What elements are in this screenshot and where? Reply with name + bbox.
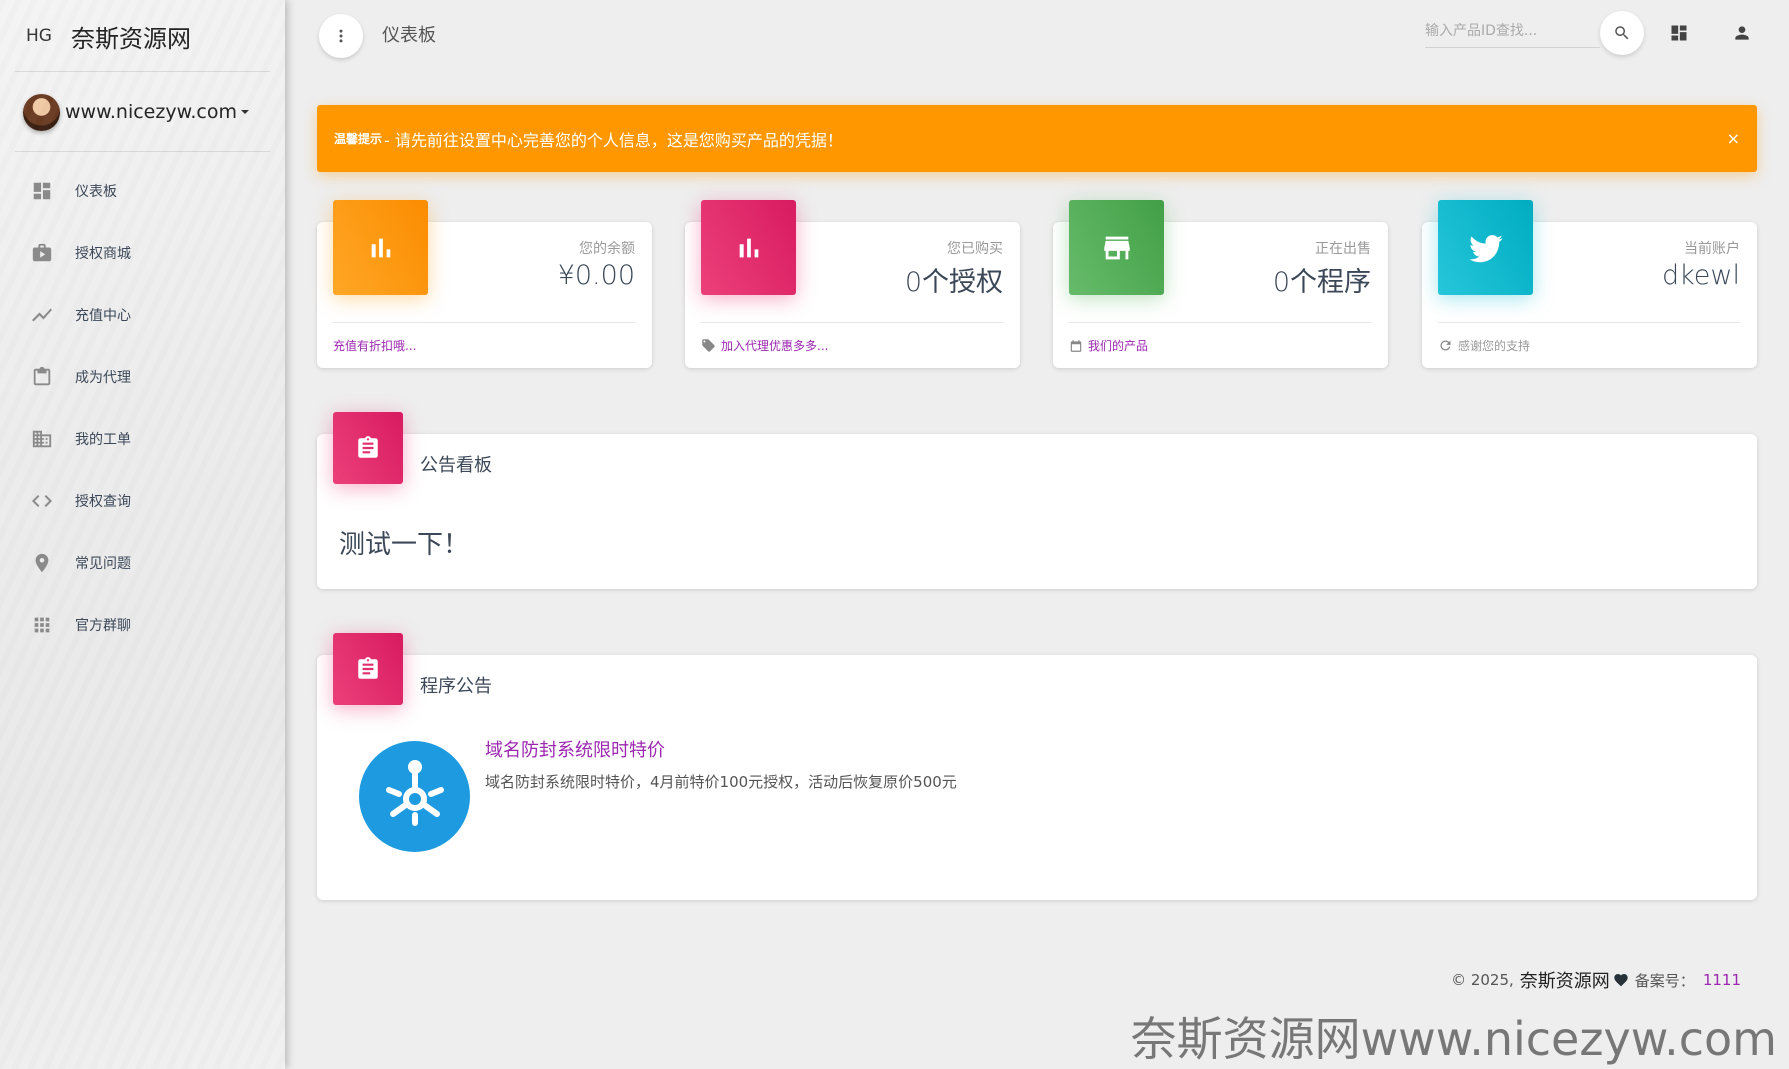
footer-brand[interactable]: 奈斯资源网 bbox=[1520, 967, 1610, 993]
notice-item[interactable]: 域名防封系统限时特价 域名防封系统限时特价，4月前特价100元授权，活动后恢复原… bbox=[359, 740, 957, 852]
sidebar-item-store[interactable]: 授权商城 bbox=[0, 222, 285, 284]
more-button[interactable] bbox=[319, 14, 363, 58]
topbar: 仪表板 bbox=[285, 0, 1789, 70]
sidebar-item-tickets[interactable]: 我的工单 bbox=[0, 408, 285, 470]
sidebar-item-faq[interactable]: 常见问题 bbox=[0, 532, 285, 594]
clipboard-icon bbox=[30, 365, 54, 389]
agent-link[interactable]: 加入代理优惠多多... bbox=[721, 337, 828, 354]
heart-icon bbox=[1614, 974, 1628, 987]
program-notice-card: 程序公告 域名防封系统限时特价 域名防封系统限时特价，4月前特价100元授权，活… bbox=[317, 633, 1757, 900]
twitter-bird-icon bbox=[1438, 200, 1533, 295]
network-hub-icon bbox=[359, 741, 470, 852]
sidebar-item-label: 授权查询 bbox=[75, 494, 131, 510]
user-menu[interactable]: www.nicezyw.com bbox=[0, 72, 285, 152]
bulletin-title: 公告看板 bbox=[420, 455, 492, 476]
building-icon bbox=[30, 427, 54, 451]
calendar-icon bbox=[1069, 339, 1083, 353]
icp-label: 备案号： bbox=[1634, 971, 1695, 990]
sidebar-item-label: 官方群聊 bbox=[75, 618, 131, 634]
caret-down-icon bbox=[241, 110, 250, 114]
stat-value: ¥0.00 bbox=[557, 260, 635, 291]
alert-label: 温馨提示 bbox=[334, 132, 383, 146]
sidebar-item-group-chat[interactable]: 官方群聊 bbox=[0, 594, 285, 656]
sidebar-item-agent[interactable]: 成为代理 bbox=[0, 346, 285, 408]
stat-card-purchased: 您已购买 0个授权 加入代理优惠多多... bbox=[685, 200, 1020, 368]
stat-card-on-sale: 正在出售 0个程序 我们的产品 bbox=[1053, 200, 1388, 368]
person-icon[interactable] bbox=[1729, 20, 1755, 46]
notice-body: 域名防封系统限时特价 域名防封系统限时特价，4月前特价100元授权，活动后恢复原… bbox=[485, 736, 957, 852]
sidebar-item-query[interactable]: 授权查询 bbox=[0, 470, 285, 532]
sidebar-item-label: 常见问题 bbox=[75, 556, 131, 572]
sidebar-item-label: 授权商城 bbox=[75, 246, 131, 262]
briefcase-icon bbox=[30, 241, 54, 265]
stat-value: 0个授权 bbox=[904, 267, 1003, 298]
avatar bbox=[23, 93, 60, 131]
dashboard-icon bbox=[30, 179, 54, 203]
trending-up-icon bbox=[30, 303, 54, 327]
sidebar-item-dashboard[interactable]: 仪表板 bbox=[0, 160, 285, 222]
bulletin-content: 测试一下！ bbox=[339, 530, 470, 560]
sidebar-item-label: 成为代理 bbox=[75, 370, 131, 386]
stat-category: 您的余额 bbox=[579, 241, 635, 257]
search-button[interactable] bbox=[1600, 11, 1644, 55]
alert-message: - 请先前往设置中心完善您的个人信息，这是您购买产品的凭据！ bbox=[384, 130, 843, 150]
stat-footer: 感谢您的支持 bbox=[1438, 322, 1740, 354]
stat-footer: 我们的产品 bbox=[1069, 322, 1371, 354]
more-vertical-icon bbox=[339, 29, 343, 43]
bar-chart-icon bbox=[333, 200, 428, 295]
search-input[interactable] bbox=[1425, 14, 1600, 48]
logo-text: 奈斯资源网 bbox=[71, 24, 191, 53]
user-name: www.nicezyw.com bbox=[65, 101, 238, 123]
sidebar-nav: 仪表板 授权商城 充值中心 成为代理 我的工单 授权查询 常见问题 官方群聊 bbox=[0, 160, 285, 656]
stat-card-account: 当前账户 dkewl 感谢您的支持 bbox=[1422, 200, 1757, 368]
code-icon bbox=[30, 489, 54, 513]
sidebar-item-label: 仪表板 bbox=[75, 184, 117, 200]
notice-item-title[interactable]: 域名防封系统限时特价 bbox=[485, 736, 957, 762]
logo-mini: HG bbox=[26, 26, 52, 46]
stat-value: dkewl bbox=[1661, 260, 1740, 291]
logo[interactable]: HG 奈斯资源网 bbox=[0, 0, 285, 72]
program-notice-title: 程序公告 bbox=[420, 676, 492, 697]
location-pin-icon bbox=[30, 551, 54, 575]
apps-grid-icon bbox=[30, 613, 54, 637]
sidebar: HG 奈斯资源网 www.nicezyw.com 仪表板 授权商城 充值中心 成… bbox=[0, 0, 285, 1069]
sidebar-item-recharge[interactable]: 充值中心 bbox=[0, 284, 285, 346]
tag-icon bbox=[701, 338, 716, 353]
refresh-icon bbox=[1438, 338, 1453, 353]
store-icon bbox=[1069, 200, 1164, 295]
clipboard-icon bbox=[333, 412, 403, 484]
bar-chart-icon bbox=[701, 200, 796, 295]
warning-alert: 温馨提示 - 请先前往设置中心完善您的个人信息，这是您购买产品的凭据！ × bbox=[317, 105, 1757, 172]
stat-footer: 充值有折扣哦... bbox=[333, 322, 635, 354]
icp-number[interactable]: 1111 bbox=[1703, 971, 1741, 989]
stat-category: 您已购买 bbox=[947, 241, 1003, 257]
dashboard-icon[interactable] bbox=[1666, 20, 1692, 46]
thanks-text: 感谢您的支持 bbox=[1458, 339, 1531, 353]
copyright: © 2025, bbox=[1451, 971, 1514, 989]
search-icon bbox=[1615, 26, 1629, 40]
notice-item-desc: 域名防封系统限时特价，4月前特价100元授权，活动后恢复原价500元 bbox=[485, 773, 957, 791]
products-link[interactable]: 我们的产品 bbox=[1088, 337, 1148, 354]
stat-value: 0个程序 bbox=[1272, 267, 1371, 298]
stat-category: 当前账户 bbox=[1684, 241, 1740, 257]
clipboard-icon bbox=[333, 633, 403, 705]
stat-footer: 加入代理优惠多多... bbox=[701, 322, 1003, 354]
page-title: 仪表板 bbox=[382, 25, 436, 46]
close-icon[interactable]: × bbox=[1727, 129, 1740, 148]
stat-category: 正在出售 bbox=[1315, 241, 1371, 257]
sidebar-item-label: 我的工单 bbox=[75, 432, 131, 448]
footer: © 2025, 奈斯资源网 备案号： 1111 bbox=[1451, 967, 1741, 993]
recharge-link[interactable]: 充值有折扣哦... bbox=[333, 337, 416, 354]
sidebar-item-label: 充值中心 bbox=[75, 308, 131, 324]
watermark: 奈斯资源网www.nicezyw.com bbox=[1130, 1012, 1777, 1066]
bulletin-card: 公告看板 测试一下！ bbox=[317, 412, 1757, 589]
divider bbox=[15, 151, 270, 152]
stat-card-balance: 您的余额 ¥0.00 充值有折扣哦... bbox=[317, 200, 652, 368]
